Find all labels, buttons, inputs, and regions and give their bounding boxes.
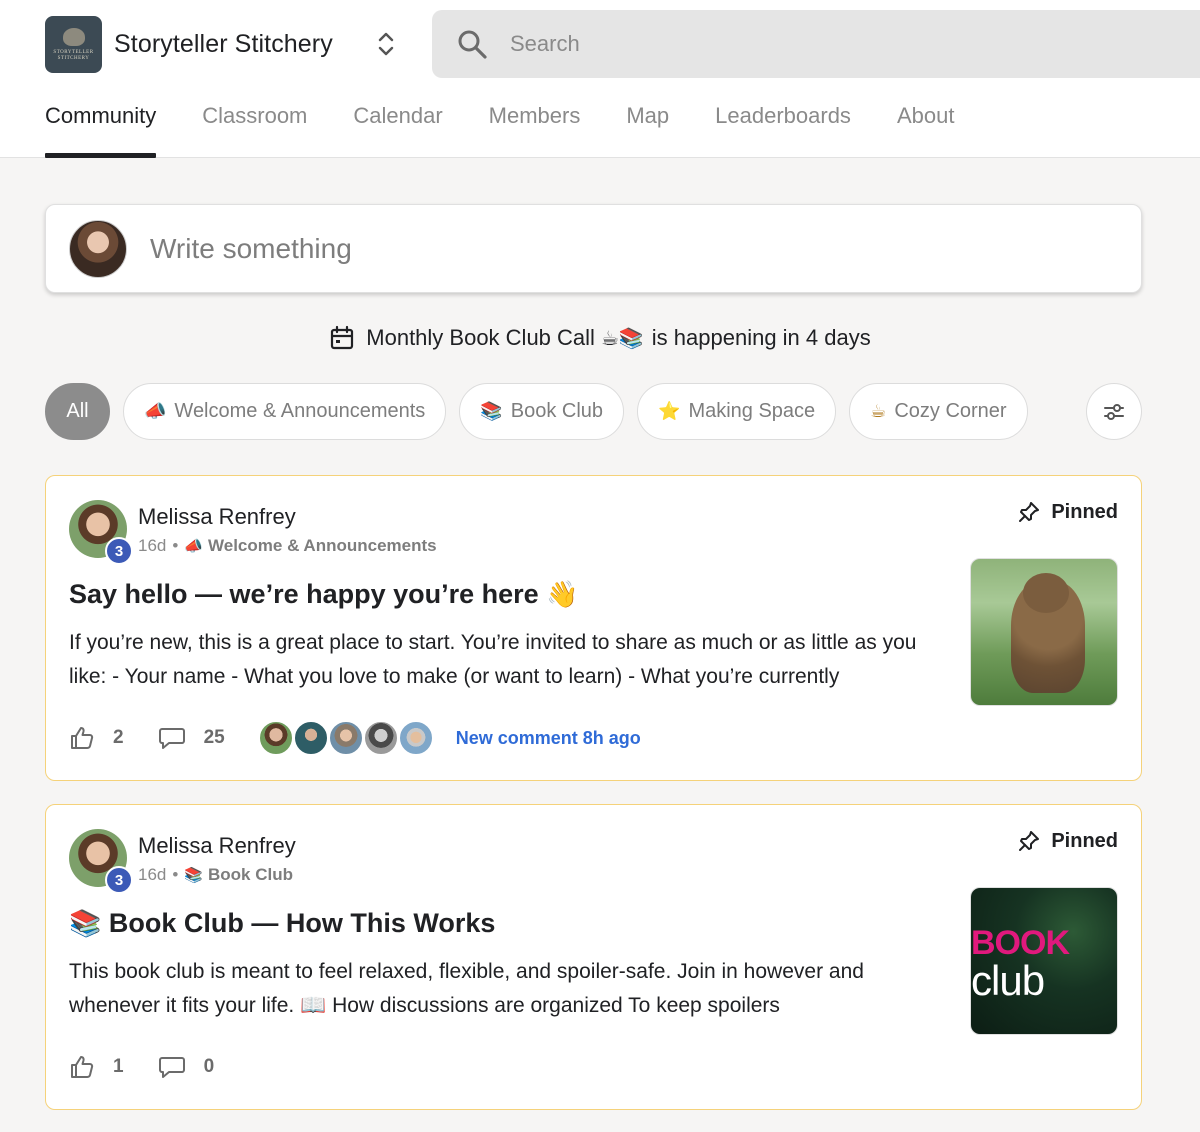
logo-mark: [62, 27, 85, 46]
post-title[interactable]: 📚 Book Club — How This Works: [69, 903, 495, 944]
books-icon: 📚: [69, 909, 102, 939]
post-age: 16d: [138, 536, 167, 555]
books-icon: 📚: [480, 401, 503, 422]
tab-classroom[interactable]: Classroom: [202, 96, 307, 158]
pinned-label: Pinned: [1051, 829, 1118, 852]
commenter-avatar: [397, 720, 434, 756]
meta-separator: •: [172, 536, 179, 555]
composer-placeholder[interactable]: Write something: [150, 229, 352, 269]
author-name[interactable]: Melissa Renfrey: [138, 831, 296, 861]
pinned-indicator: Pinned: [1017, 500, 1118, 524]
comment-count: 0: [203, 1056, 215, 1077]
post-title-text: Book Club — How This Works: [108, 908, 496, 938]
megaphone-icon: 📣: [144, 401, 167, 422]
commenter-avatar: [327, 720, 364, 756]
wave-icon: 👋: [546, 580, 579, 610]
pin-icon: [1019, 502, 1040, 522]
post-thumbnail[interactable]: [970, 558, 1118, 706]
level-badge: 3: [105, 866, 133, 894]
logo-text: STORYTELLER STITCHERY: [53, 49, 94, 61]
thumb-word-book: BOOK: [971, 924, 1070, 962]
tab-leaderboards[interactable]: Leaderboards: [715, 96, 851, 158]
main-nav: Community Classroom Calendar Members Map…: [45, 96, 1000, 158]
post-composer[interactable]: Write something: [45, 204, 1142, 293]
thumb-word-club: club: [971, 957, 1045, 1004]
filter-chip-cozy-corner[interactable]: ☕ Cozy Corner: [849, 383, 1028, 440]
upcoming-event-banner: Monthly Book Club Call ☕📚 is happening i…: [0, 318, 1200, 358]
new-comment-link[interactable]: New comment 8h ago: [456, 728, 641, 749]
like-count: 1: [113, 1056, 124, 1077]
community-logo[interactable]: STORYTELLER STITCHERY: [45, 16, 102, 73]
commenter-avatar: [257, 720, 294, 756]
pinned-label: Pinned: [1051, 500, 1118, 523]
commenter-avatars[interactable]: [257, 720, 434, 756]
post-age: 16d: [138, 865, 167, 884]
commenter-avatar: [362, 720, 399, 756]
commenter-avatar: [292, 720, 329, 756]
tab-map[interactable]: Map: [626, 96, 669, 158]
pin-icon: [1019, 831, 1040, 851]
tab-community[interactable]: Community: [45, 96, 157, 158]
filter-chip-label: Book Club: [510, 400, 604, 422]
post-meta: 16d • 📣 Welcome & Announcements: [138, 535, 437, 557]
category-filters: All 📣 Welcome & Announcements 📚 Book Clu…: [45, 383, 1041, 440]
post-body[interactable]: This book club is meant to feel relaxed,…: [69, 955, 949, 1023]
tab-members[interactable]: Members: [489, 96, 581, 158]
filter-chip-all[interactable]: All: [45, 383, 110, 440]
community-switcher-icon[interactable]: [372, 26, 400, 62]
filter-chip-welcome[interactable]: 📣 Welcome & Announcements: [123, 383, 447, 440]
author-name[interactable]: Melissa Renfrey: [138, 502, 296, 532]
like-button[interactable]: 2: [69, 725, 124, 751]
comment-count: 25: [203, 727, 225, 748]
tab-about[interactable]: About: [897, 96, 955, 158]
post-actions: 1 0: [69, 1049, 248, 1085]
pinned-indicator: Pinned: [1017, 829, 1118, 853]
post-actions: 2 25 New comment 8h ago: [69, 720, 641, 756]
filter-chip-book-club[interactable]: 📚 Book Club: [459, 383, 625, 440]
post-card[interactable]: 3 Melissa Renfrey 16d • 📚 Book Club Pinn…: [45, 804, 1142, 1110]
post-card[interactable]: 3 Melissa Renfrey 16d • 📣 Welcome & Anno…: [45, 475, 1142, 781]
thumbs-up-icon: [71, 1056, 94, 1078]
top-header: STORYTELLER STITCHERY Storyteller Stitch…: [0, 0, 1200, 158]
like-button[interactable]: 1: [69, 1054, 124, 1080]
site-name[interactable]: Storyteller Stitchery: [114, 26, 333, 62]
books-icon: 📚: [184, 866, 204, 884]
post-category[interactable]: Welcome & Announcements: [208, 535, 437, 557]
event-emoji: ☕📚: [600, 326, 644, 350]
filter-chip-label: Cozy Corner: [894, 400, 1007, 422]
comment-icon: [158, 728, 185, 749]
like-count: 2: [113, 727, 124, 748]
level-badge: 3: [105, 537, 133, 565]
search-input[interactable]: [510, 10, 1110, 78]
post-title[interactable]: Say hello — we’re happy you’re here 👋: [69, 574, 579, 615]
thumbs-up-icon: [71, 727, 94, 749]
bear-head-shape: [1023, 573, 1069, 613]
search-icon: [458, 30, 487, 59]
coffee-icon: ☕: [870, 401, 887, 422]
tab-calendar[interactable]: Calendar: [353, 96, 442, 158]
search-bar[interactable]: [432, 10, 1200, 78]
post-thumbnail[interactable]: BOOK club: [970, 887, 1118, 1035]
comment-button[interactable]: 0: [158, 1054, 215, 1080]
calendar-icon: [331, 325, 354, 350]
filter-chip-label: Welcome & Announcements: [174, 400, 426, 422]
sliders-icon: [1104, 403, 1124, 420]
filter-chip-making-space[interactable]: ⭐ Making Space: [637, 383, 837, 440]
meta-separator: •: [172, 865, 179, 884]
post-meta: 16d • 📚 Book Club: [138, 864, 293, 886]
comment-button[interactable]: 25: [158, 725, 225, 751]
post-body[interactable]: If you’re new, this is a great place to …: [69, 626, 949, 694]
filter-chip-label: Making Space: [688, 400, 816, 422]
post-category[interactable]: Book Club: [208, 864, 293, 886]
post-title-text: Say hello — we’re happy you’re here: [69, 579, 539, 609]
user-avatar[interactable]: [69, 220, 127, 278]
megaphone-icon: 📣: [184, 537, 204, 555]
event-when: is happening in 4 days: [651, 325, 871, 350]
event-title[interactable]: Monthly Book Club Call: [366, 325, 595, 351]
filter-settings-button[interactable]: [1086, 383, 1142, 440]
comment-icon: [158, 1057, 185, 1078]
star-icon: ⭐: [658, 401, 681, 422]
